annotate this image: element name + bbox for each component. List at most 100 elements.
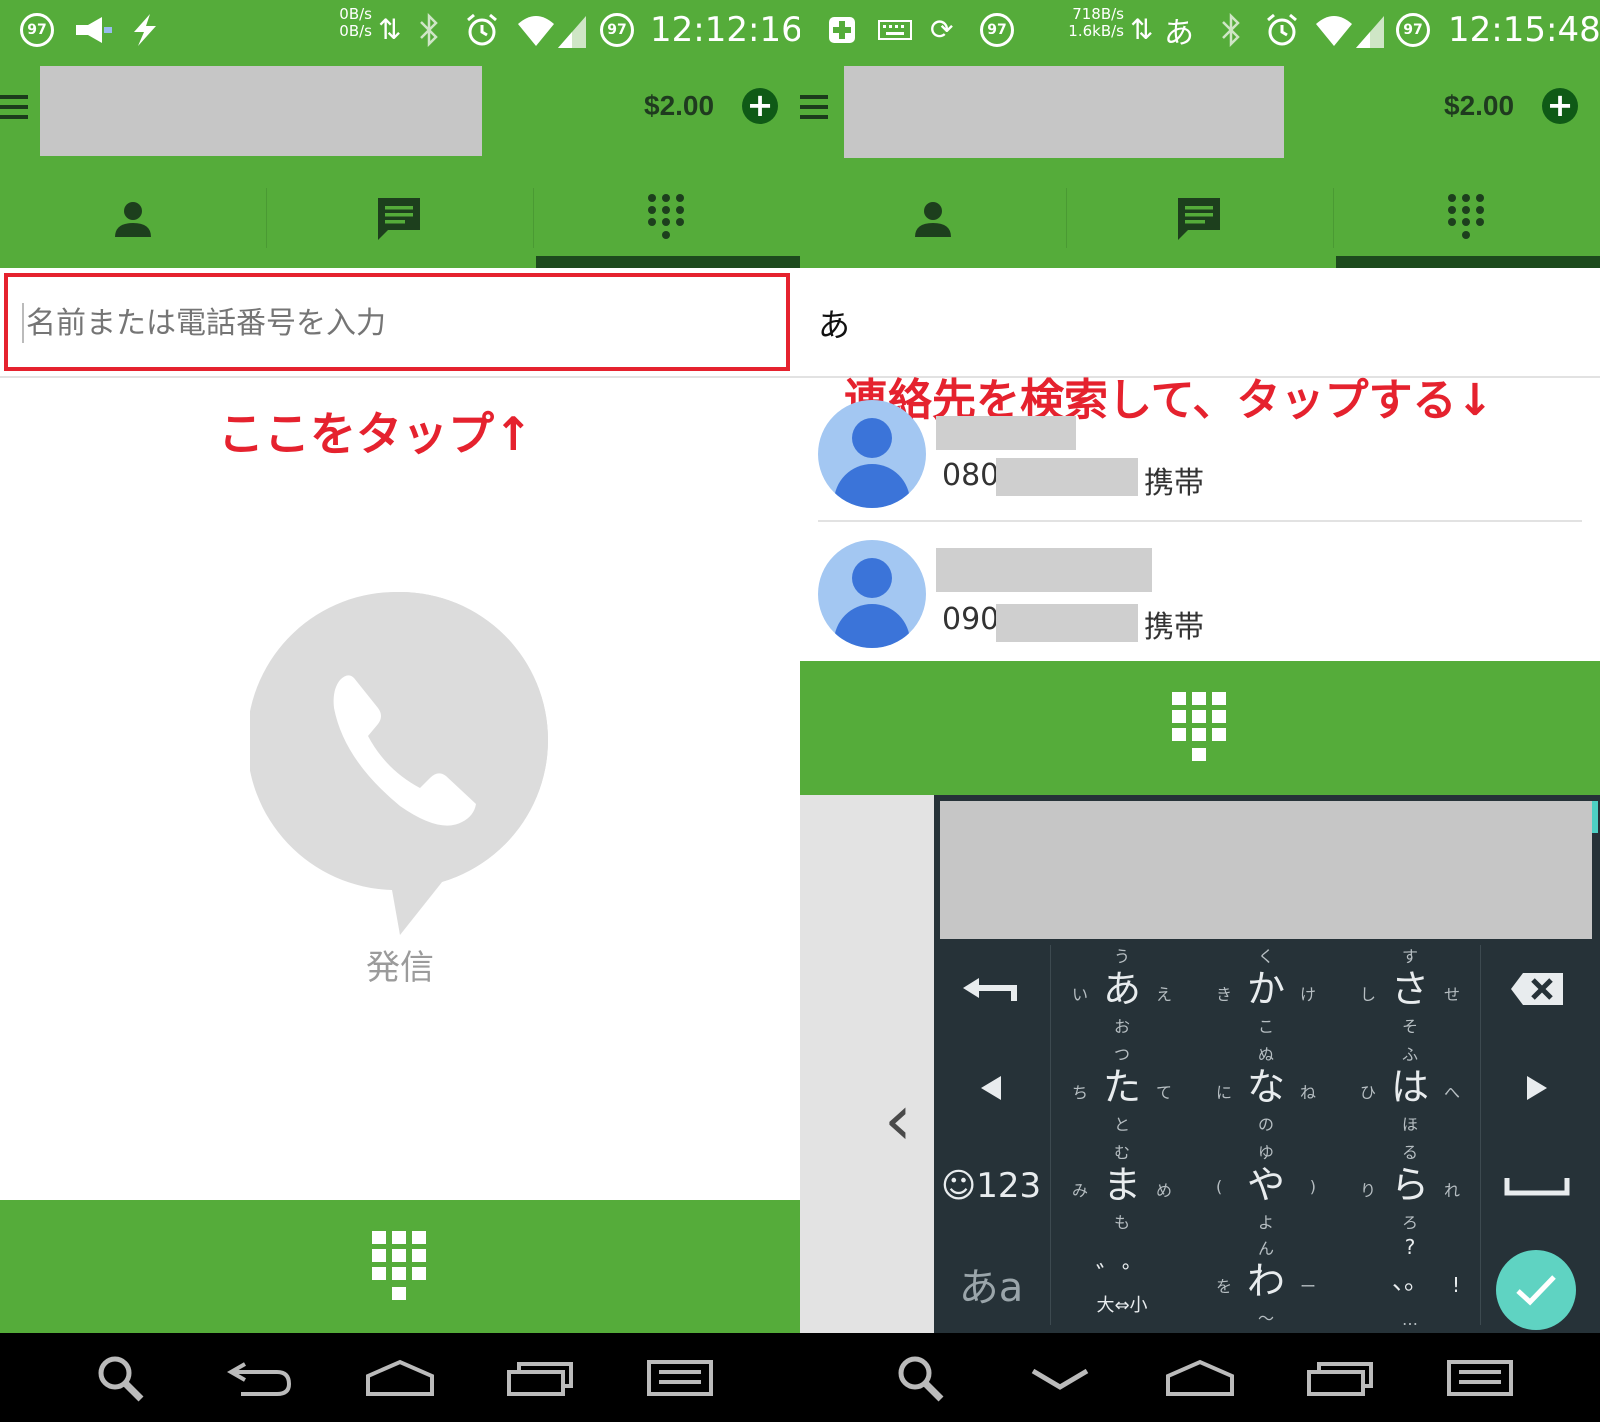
dialpad-toggle-button[interactable] [800, 661, 1600, 795]
recent-apps-icon[interactable] [1280, 1333, 1400, 1422]
keyboard-area: ‹ ☺123 あa う い あ え お く き か け こ す し さ せ そ … [800, 795, 1600, 1333]
clock: 12:15:48 [1448, 10, 1600, 50]
app-toolbar: $2.00 + [0, 60, 800, 170]
kana-key-ma[interactable]: む み ま め も [1052, 1139, 1192, 1237]
enter-button[interactable] [1496, 1250, 1576, 1330]
dialpad-icon [1172, 692, 1226, 761]
system-nav-bar [800, 1333, 1600, 1422]
message-icon [1178, 198, 1220, 240]
tab-dialpad[interactable] [533, 170, 799, 268]
kana-key-ta[interactable]: つ ち た て と [1052, 1041, 1192, 1139]
kana-mode-key[interactable]: あa [936, 1235, 1046, 1333]
avatar [818, 540, 926, 648]
phone-bubble-icon [247, 591, 548, 935]
kana-key-ya[interactable]: ゆ ( や ) よ [1196, 1139, 1336, 1237]
right-screen: ⟳ 97 718B/s 1.6kB/s ⇅ あ 97 12:15:48 $2.0… [800, 0, 1600, 1422]
status-bar: ⟳ 97 718B/s 1.6kB/s ⇅ あ 97 12:15:48 [800, 0, 1600, 60]
space-icon [1504, 1178, 1570, 1196]
menu-icon[interactable] [0, 95, 28, 121]
network-rate: 718B/s 1.6kB/s [1068, 5, 1124, 40]
active-tab-indicator [1336, 256, 1600, 268]
battery-badge: 97 [20, 0, 54, 60]
contact-list-item[interactable]: 090 携帯 [800, 538, 1600, 678]
dialpad-icon [648, 194, 684, 239]
redacted-contact-name [936, 416, 1076, 450]
app-toolbar: $2.00 + [800, 60, 1600, 170]
contact-list-item[interactable]: 080 携帯 [800, 396, 1600, 536]
scroll-indicator [1592, 801, 1598, 833]
tab-dialpad[interactable] [1333, 170, 1599, 268]
home-icon[interactable] [340, 1333, 460, 1422]
data-arrows-icon: ⇅ [1130, 13, 1154, 46]
tab-contacts[interactable] [800, 170, 1066, 268]
dialpad-icon [372, 1230, 426, 1300]
search-input[interactable] [22, 303, 722, 343]
data-arrows-icon: ⇅ [378, 13, 402, 46]
kana-key-wa[interactable]: ん を わ ー 〜 [1196, 1235, 1336, 1333]
emoji-number-key[interactable]: ☺123 [936, 1137, 1046, 1235]
dialpad-toggle-button[interactable] [0, 1200, 800, 1333]
redacted-contact-name [936, 548, 1152, 592]
kana-key-ha[interactable]: ふ ひ は へ ほ [1340, 1041, 1480, 1139]
balance-amount: $2.00 [1444, 90, 1515, 121]
divider [818, 520, 1582, 522]
tab-messages[interactable] [266, 170, 532, 268]
kana-key-na[interactable]: ぬ に な ね の [1196, 1041, 1336, 1139]
battery-badge: 97 [980, 0, 1014, 60]
cursor-left-key[interactable] [936, 1039, 1046, 1137]
redacted-title [40, 66, 482, 156]
search-input[interactable]: あ [818, 300, 850, 346]
add-credit-button[interactable]: + [742, 88, 778, 124]
recent-apps-icon[interactable] [480, 1333, 600, 1422]
tab-messages[interactable] [1066, 170, 1332, 268]
wifi-signal-icon [516, 0, 588, 60]
phone-type: 携帯 [1144, 466, 1204, 501]
menu-icon[interactable] [800, 95, 828, 121]
person-icon [915, 202, 951, 237]
phone-prefix: 080 [942, 458, 1000, 493]
cursor-right-key[interactable] [1482, 1039, 1592, 1137]
backspace-key[interactable] [1482, 940, 1592, 1038]
tab-contacts[interactable] [0, 170, 266, 268]
search-highlight-box [4, 273, 790, 371]
battery-badge-2: 97 [1396, 0, 1430, 60]
clock: 12:12:16 [650, 10, 800, 50]
call-label: 発信 [366, 948, 434, 988]
alarm-icon [1264, 0, 1300, 60]
dialpad-icon [1448, 194, 1484, 239]
punctuation-key[interactable]: ? 、。 ! … [1340, 1235, 1480, 1333]
undo-arrow-icon [963, 978, 1017, 1001]
search-icon[interactable] [60, 1333, 180, 1422]
call-button[interactable] [247, 590, 550, 940]
redacted-phone-number [996, 458, 1138, 496]
balance-amount: $2.00 [644, 90, 715, 121]
menu-icon[interactable] [620, 1333, 740, 1422]
tab-bar [0, 170, 800, 268]
undo-key[interactable] [936, 940, 1046, 1038]
backspace-icon [1511, 973, 1563, 1005]
space-key[interactable] [1482, 1137, 1592, 1235]
chevron-left-icon[interactable]: ‹ [884, 1085, 912, 1155]
redacted-title [844, 66, 1284, 158]
kana-key-a[interactable]: う い あ え お [1052, 943, 1192, 1041]
back-icon[interactable] [200, 1333, 320, 1422]
bluetooth-icon [1220, 0, 1242, 60]
person-icon [115, 202, 151, 237]
kana-key-ra[interactable]: る り ら れ ろ [1340, 1139, 1480, 1237]
key-divider [1480, 945, 1481, 1325]
dakuten-key[interactable]: ゛゜ 大⇔小 [1052, 1235, 1192, 1333]
system-nav-bar [0, 1333, 800, 1422]
phone-prefix: 090 [942, 602, 1000, 637]
hide-keyboard-icon[interactable] [1000, 1333, 1120, 1422]
home-icon[interactable] [1140, 1333, 1260, 1422]
plus-square-icon [828, 0, 856, 60]
menu-icon[interactable] [1420, 1333, 1540, 1422]
search-icon[interactable] [860, 1333, 980, 1422]
message-icon [378, 198, 420, 240]
kana-key-sa[interactable]: す し さ せ そ [1340, 943, 1480, 1041]
ime-indicator: あ [1164, 16, 1194, 51]
add-credit-button[interactable]: + [1542, 88, 1578, 124]
bolt-icon [128, 0, 162, 60]
active-tab-indicator [536, 256, 800, 268]
kana-key-ka[interactable]: く き か け こ [1196, 943, 1336, 1041]
